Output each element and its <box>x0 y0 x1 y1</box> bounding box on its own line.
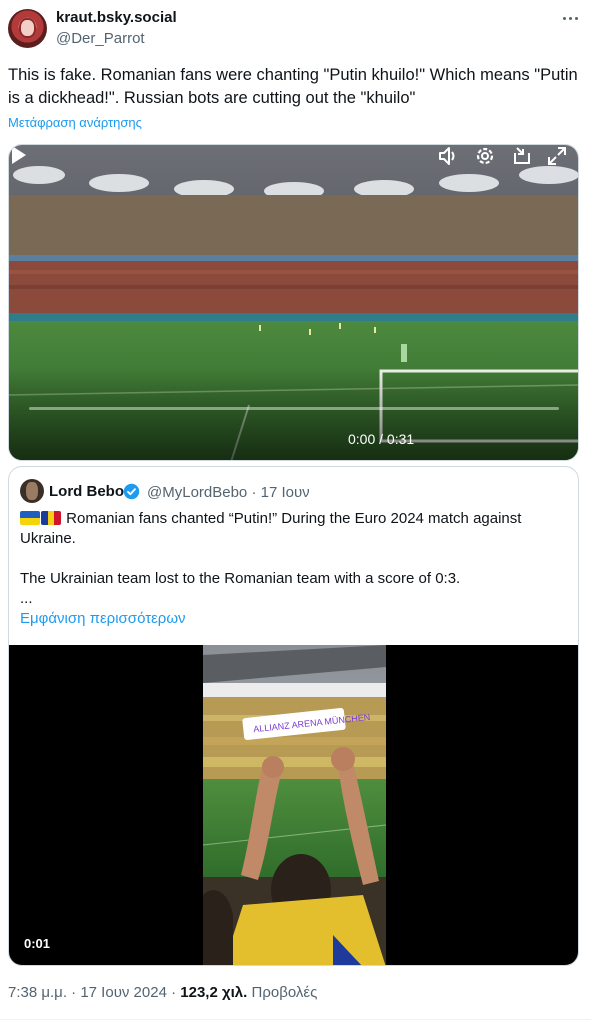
quoted-video[interactable]: ALLIANZ ARENA MÜNCHEN 0:01 <box>9 645 578 965</box>
quote-text-ellipsis: ... <box>20 590 33 607</box>
verified-icon <box>123 483 140 500</box>
tweet-header: kraut.bsky.social @Der_Parrot <box>0 0 591 58</box>
more-icon[interactable] <box>557 8 583 28</box>
divider <box>0 1019 591 1020</box>
author-display-name[interactable]: kraut.bsky.social <box>56 9 177 26</box>
views-count: 123,2 χιλ. <box>180 984 248 1001</box>
quote-author-name[interactable]: Lord Bebo <box>49 483 124 500</box>
quote-text-line-3: The Ukrainian team lost to the Romanian … <box>20 570 461 587</box>
author-avatar[interactable] <box>8 9 47 48</box>
quote-author-avatar[interactable] <box>20 479 44 503</box>
volume-icon[interactable] <box>437 145 459 167</box>
tweet-date[interactable]: 17 Ιουν 2024 <box>80 984 167 1001</box>
settings-icon[interactable] <box>474 145 496 167</box>
fullscreen-icon[interactable] <box>546 145 568 167</box>
ukraine-flag-icon <box>20 511 40 525</box>
translate-post-link[interactable]: Μετάφραση ανάρτησης <box>8 115 142 130</box>
views-label: Προβολές <box>251 984 318 1001</box>
show-more-link[interactable]: Εμφάνιση περισσότερων <box>20 610 186 627</box>
quote-text: Romanian fans chanted “Putin!” During th… <box>66 510 522 527</box>
quote-handle-date: @MyLordBebo · 17 Ιουν <box>147 484 310 501</box>
crowd-video-frame: ALLIANZ ARENA MÜNCHEN <box>203 645 386 965</box>
stadium-video-frame <box>9 145 578 460</box>
tweet-text: This is fake. Romanian fans were chantin… <box>8 66 578 107</box>
tweet-time[interactable]: 7:38 μ.μ. <box>8 984 67 1001</box>
quote-text-line-1: Romanian fans chanted “Putin!” During th… <box>20 509 521 529</box>
play-icon[interactable] <box>9 145 29 165</box>
video-time: 0:00 / 0:31 <box>348 431 415 447</box>
video-progress-bar[interactable] <box>29 407 559 410</box>
quoted-tweet[interactable]: Lord Bebo @MyLordBebo · 17 Ιουν Romanian… <box>8 466 579 966</box>
tweet-meta: 7:38 μ.μ. · 17 Ιουν 2024 · 123,2 χιλ. Πρ… <box>8 984 318 1001</box>
quoted-video-time: 0:01 <box>24 936 51 951</box>
quote-text-line-2: Ukraine. <box>20 530 76 547</box>
author-handle[interactable]: @Der_Parrot <box>56 30 145 47</box>
stadium-video[interactable]: 0:00 / 0:31 <box>8 144 579 461</box>
pip-icon[interactable] <box>511 145 533 167</box>
romania-flag-icon <box>41 511 61 525</box>
